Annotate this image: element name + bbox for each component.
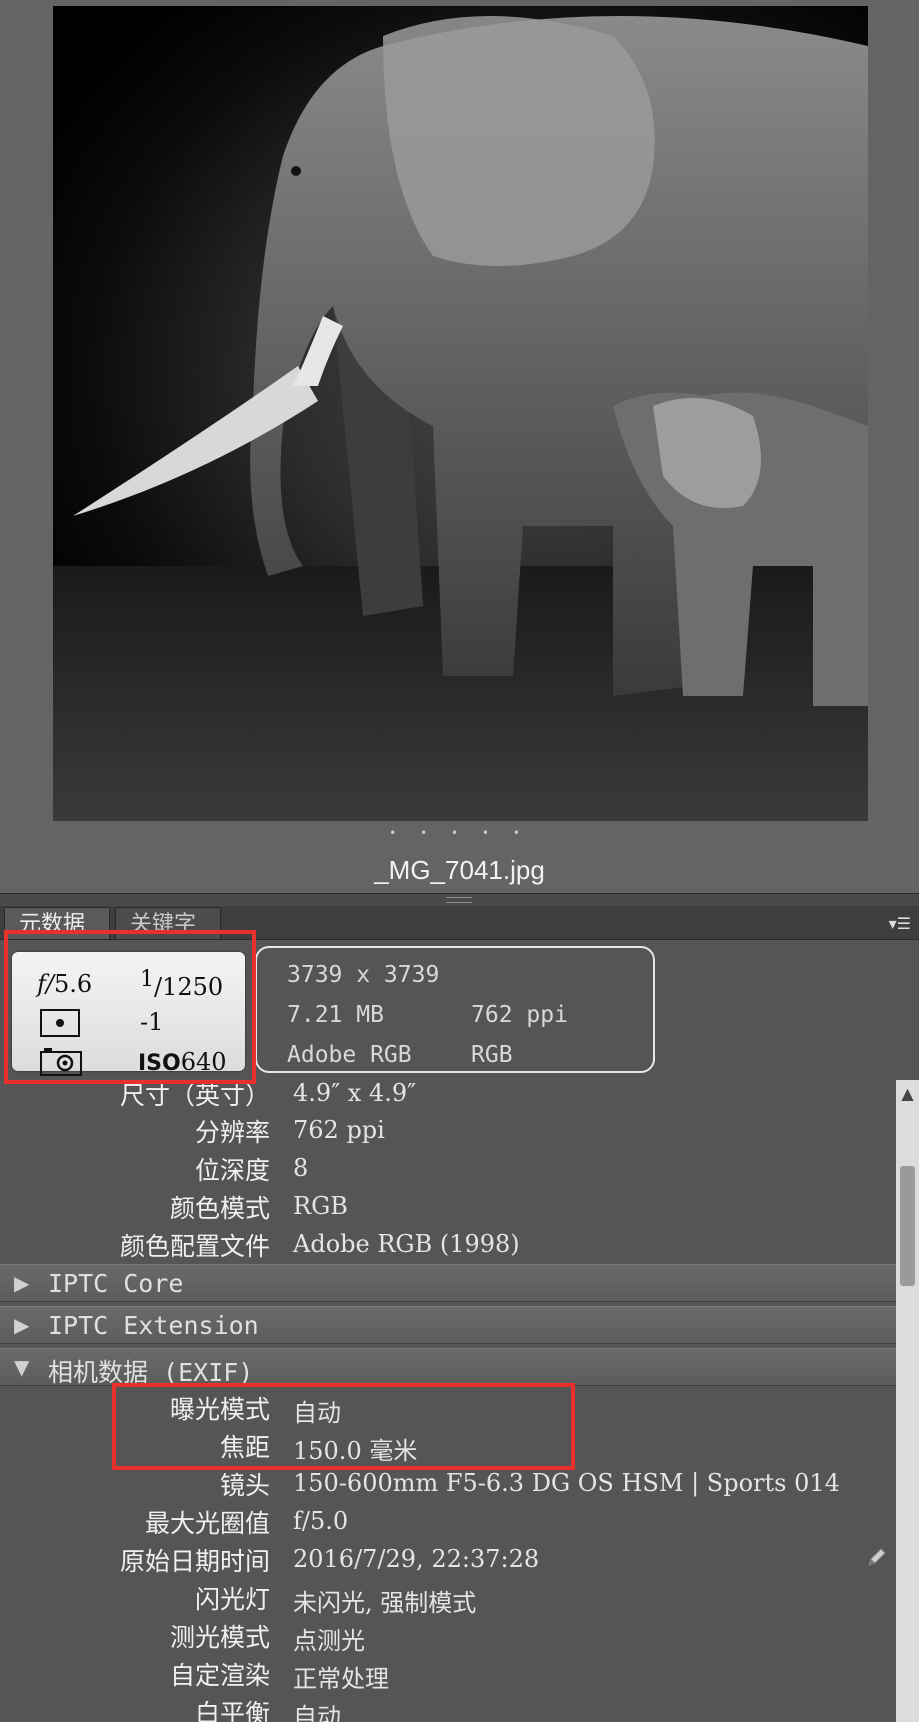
list-item: 自定渲染 正常处理 <box>169 1661 389 1693</box>
list-item: 分辨率 762 ppi <box>194 1116 385 1147</box>
list-item: 颜色配置文件 Adobe RGB (1998) <box>119 1230 520 1261</box>
collapse-triangle-icon: ▼ <box>14 1355 30 1379</box>
file-dimensions: 3739 x 3739 <box>287 962 440 988</box>
list-item: 最大光圈值 f/5.0 <box>144 1507 349 1538</box>
section-iptc-core[interactable]: ▶ IPTC Core <box>0 1264 896 1302</box>
preview-filename: _MG_7041.jpg <box>374 855 545 885</box>
annotation-highlight-exif <box>112 1383 575 1470</box>
list-item: 闪光灯 未闪光, 强制模式 <box>194 1585 477 1617</box>
preview-pane: • • • • • _MG_7041.jpg <box>0 0 919 893</box>
panel-menu-icon[interactable]: ▾☰ <box>889 914 911 933</box>
expand-triangle-icon: ▶ <box>14 1271 30 1295</box>
section-exif[interactable]: ▼ 相机数据 (EXIF) <box>0 1348 896 1387</box>
scrollbar[interactable]: ▲ <box>896 1080 919 1722</box>
list-item: 原始日期时间 2016/7/29, 22:37:28 <box>119 1545 540 1576</box>
file-resolution: 762 ppi <box>471 1002 568 1028</box>
photo-preview[interactable] <box>53 6 868 821</box>
expand-triangle-icon: ▶ <box>14 1313 30 1337</box>
scroll-up-icon[interactable]: ▲ <box>896 1084 919 1104</box>
edit-pencil-icon[interactable] <box>866 1546 888 1568</box>
list-item: 白平衡 自动 <box>194 1699 341 1722</box>
splitter-grip-icon <box>446 897 472 903</box>
list-item: 位深度 8 <box>194 1154 309 1185</box>
pane-splitter[interactable] <box>0 893 919 907</box>
annotation-highlight-camera <box>4 930 256 1084</box>
section-iptc-extension[interactable]: ▶ IPTC Extension <box>0 1306 896 1344</box>
file-color-mode: RGB <box>471 1042 513 1068</box>
file-color-space: Adobe RGB <box>287 1042 412 1068</box>
scroll-thumb[interactable] <box>900 1166 915 1286</box>
elephant-photo-illustration <box>53 16 868 821</box>
file-size: 7.21 MB <box>287 1002 384 1028</box>
file-info-box: 3739 x 3739 7.21 MB 762 ppi Adobe RGB RG… <box>255 946 655 1073</box>
page-dots: • • • • • <box>389 826 530 840</box>
list-item: 尺寸（英寸） 4.9″ x 4.9″ <box>119 1080 417 1110</box>
list-item: 颜色模式 RGB <box>169 1192 348 1223</box>
list-item: 测光模式 点测光 <box>169 1623 365 1655</box>
